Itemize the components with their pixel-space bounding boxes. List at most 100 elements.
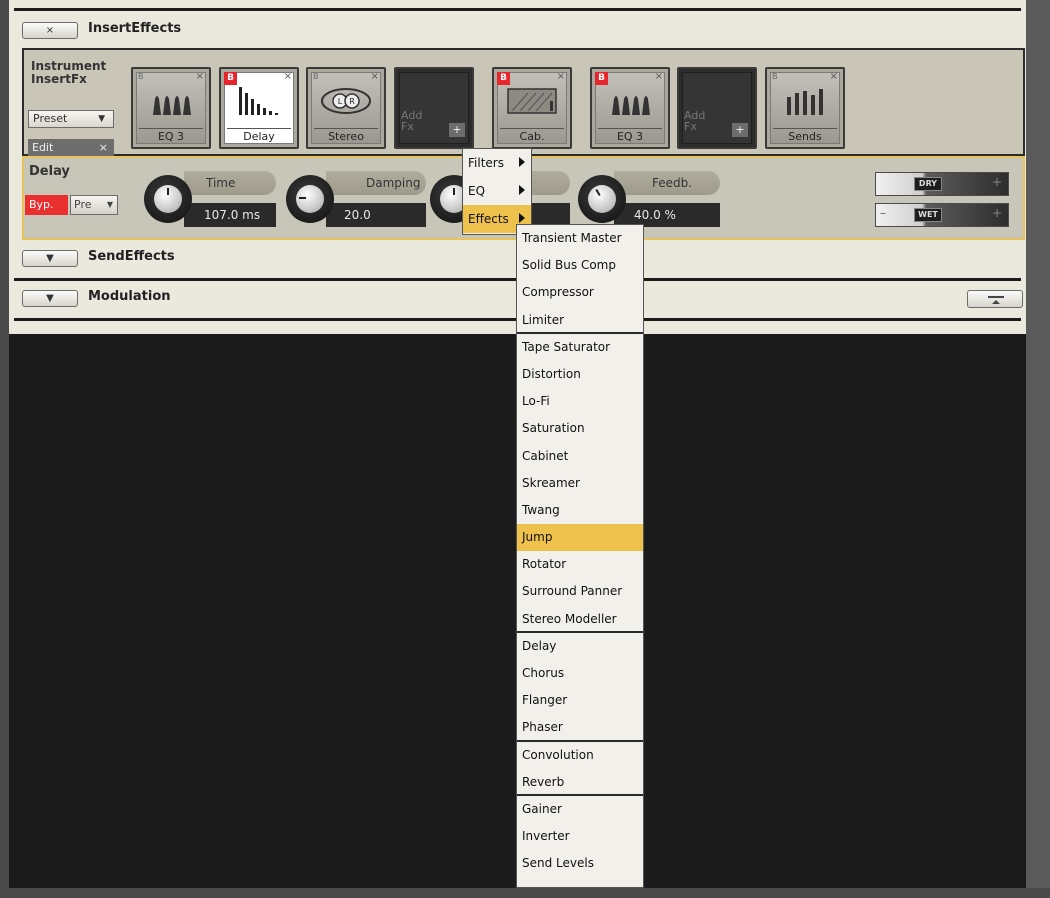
eq-icon xyxy=(612,96,650,115)
time-knob[interactable] xyxy=(144,175,192,223)
divider xyxy=(14,8,1021,11)
submenu-item-compressor[interactable]: Compressor xyxy=(517,279,643,306)
submenu-item-distortion[interactable]: Distortion xyxy=(517,361,643,388)
slot-name: Stereo xyxy=(328,130,364,143)
stereo-icon: L R xyxy=(321,88,371,114)
submenu-item-send-levels[interactable]: Send Levels xyxy=(517,850,643,877)
insert-effects-title: InsertEffects xyxy=(88,21,182,36)
bypass-badge[interactable]: B xyxy=(224,72,237,85)
eq-icon xyxy=(153,96,191,115)
insert-fx-row: Instrument InsertFx Preset ▼ Edit × B × … xyxy=(22,48,1025,157)
remove-icon[interactable]: × xyxy=(284,71,292,82)
remove-icon[interactable]: × xyxy=(371,71,379,82)
fx-slot-stereo[interactable]: B × L R Stereo xyxy=(306,67,386,149)
slot-name: Delay xyxy=(243,130,275,143)
preset-dropdown[interactable]: Preset ▼ xyxy=(28,110,114,128)
submenu-item-lo-fi[interactable]: Lo-Fi xyxy=(517,388,643,415)
submenu-arrow-icon xyxy=(519,213,525,223)
send-effects-toggle-button[interactable]: ▼ xyxy=(22,250,78,267)
preset-label: Preset xyxy=(33,112,68,125)
fx-slot-sends[interactable]: B × Sends xyxy=(765,67,845,149)
dry-level-slider[interactable]: DRY + xyxy=(875,172,1009,196)
submenu-item-limiter[interactable]: Limiter xyxy=(517,307,643,334)
minus-icon: – xyxy=(880,206,886,220)
time-label: Time xyxy=(184,171,276,195)
bypass-badge[interactable]: B xyxy=(497,72,510,85)
delay-title: Delay xyxy=(29,164,70,179)
submenu-item-rotator[interactable]: Rotator xyxy=(517,551,643,578)
edit-tab[interactable]: Edit × xyxy=(28,139,114,157)
modulation-toggle-button[interactable]: ▼ xyxy=(22,290,78,307)
menu-item-filters[interactable]: Filters xyxy=(463,149,531,177)
submenu-item-tape-saturator[interactable]: Tape Saturator xyxy=(517,334,643,361)
plus-icon: + xyxy=(991,175,1002,189)
add-fx-slot-2[interactable]: Add Fx + xyxy=(677,67,757,149)
time-value[interactable]: 107.0 ms xyxy=(184,203,276,227)
bypass-indicator-icon: B xyxy=(772,72,778,81)
cabinet-icon xyxy=(507,88,557,114)
window-scrollbar[interactable] xyxy=(1026,0,1050,898)
slot-name: EQ 3 xyxy=(616,130,644,143)
add-fx-plus-button[interactable]: + xyxy=(449,123,465,137)
menu-item-eq[interactable]: EQ xyxy=(463,177,531,205)
fx-slot-delay[interactable]: B × Delay xyxy=(219,67,299,149)
add-fx-slot[interactable]: Add Fx + xyxy=(394,67,474,149)
add-fx-label: Add Fx xyxy=(684,109,706,133)
submenu-arrow-icon xyxy=(519,185,525,195)
damping-knob[interactable] xyxy=(286,175,334,223)
remove-icon[interactable]: × xyxy=(196,71,204,82)
pre-label: Pre xyxy=(74,198,92,211)
bypass-indicator-icon: B xyxy=(138,72,144,81)
close-icon: × xyxy=(98,141,108,154)
submenu-item-delay[interactable]: Delay xyxy=(517,633,643,660)
svg-text:L: L xyxy=(338,97,343,106)
submenu-item-cabinet[interactable]: Cabinet xyxy=(517,443,643,470)
fx-slot-cabinet[interactable]: B × Cab. xyxy=(492,67,572,149)
svg-text:R: R xyxy=(349,97,355,106)
submenu-item-flanger[interactable]: Flanger xyxy=(517,687,643,714)
context-menu: Filters EQ Effects xyxy=(462,148,532,235)
add-fx-label: Add Fx xyxy=(401,109,423,133)
submenu-item-reverb[interactable]: Reverb xyxy=(517,769,643,796)
bypass-badge[interactable]: B xyxy=(595,72,608,85)
add-fx-plus-button[interactable]: + xyxy=(732,123,748,137)
feedback-knob[interactable] xyxy=(578,175,626,223)
bypass-indicator-icon: B xyxy=(313,72,319,81)
submenu-item-convolution[interactable]: Convolution xyxy=(517,742,643,769)
insert-effects-close-button[interactable]: × xyxy=(22,22,78,39)
window-frame-left xyxy=(0,0,9,898)
fx-row-label: Instrument InsertFx xyxy=(31,60,106,86)
submenu-item-chorus[interactable]: Chorus xyxy=(517,660,643,687)
slot-name: Sends xyxy=(788,130,822,143)
submenu-item-solid-bus-comp[interactable]: Solid Bus Comp xyxy=(517,252,643,279)
submenu-item-transient-master[interactable]: Transient Master xyxy=(517,225,643,252)
send-effects-title: SendEffects xyxy=(88,249,175,264)
wet-level-slider[interactable]: – WET + xyxy=(875,203,1009,227)
damping-value[interactable]: 20.0 xyxy=(326,203,426,227)
edit-label: Edit xyxy=(32,141,54,154)
remove-icon[interactable]: × xyxy=(830,71,838,82)
submenu-item-twang[interactable]: Twang xyxy=(517,497,643,524)
submenu-item-phaser[interactable]: Phaser xyxy=(517,714,643,742)
submenu-item-jump[interactable]: Jump xyxy=(517,524,643,552)
remove-icon[interactable]: × xyxy=(655,71,663,82)
delay-icon xyxy=(239,87,278,115)
submenu-item-stereo-modeller[interactable]: Stereo Modeller xyxy=(517,606,643,633)
effects-submenu: Transient Master Solid Bus Comp Compressor… xyxy=(516,224,644,888)
collapse-panel-button[interactable] xyxy=(967,290,1023,308)
submenu-item-surround-panner[interactable]: Surround Panner xyxy=(517,578,643,605)
window-frame-bottom xyxy=(0,888,1050,898)
remove-icon[interactable]: × xyxy=(557,71,565,82)
modulation-title: Modulation xyxy=(88,289,171,304)
pre-dropdown[interactable]: Pre ▼ xyxy=(70,195,118,215)
submenu-item-inverter[interactable]: Inverter xyxy=(517,823,643,850)
fx-slot-eq3[interactable]: B × EQ 3 xyxy=(131,67,211,149)
submenu-item-gainer[interactable]: Gainer xyxy=(517,796,643,823)
submenu-item-skreamer[interactable]: Skreamer xyxy=(517,470,643,497)
submenu-item-saturation[interactable]: Saturation xyxy=(517,415,643,442)
slot-name: Cab. xyxy=(519,130,545,143)
bypass-button[interactable]: Byp. xyxy=(25,195,68,215)
plus-icon: + xyxy=(991,206,1002,220)
dry-tag: DRY xyxy=(914,177,942,191)
fx-slot-eq3-2[interactable]: B × EQ 3 xyxy=(590,67,670,149)
